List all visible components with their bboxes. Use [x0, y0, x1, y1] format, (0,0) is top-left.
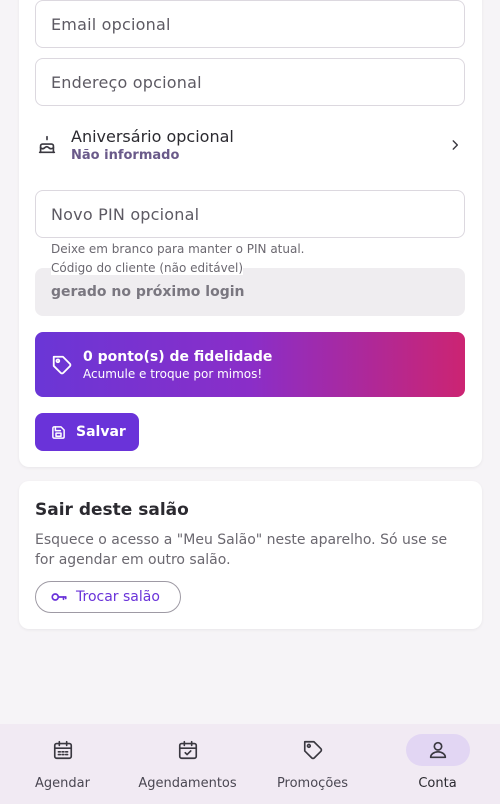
- client-code-label: Código do cliente (não editável): [51, 261, 244, 275]
- nav-label-promocoes: Promoções: [276, 776, 349, 791]
- nav-label-agendar: Agendar: [35, 776, 90, 791]
- save-button[interactable]: Salvar: [35, 413, 139, 451]
- email-field[interactable]: Email opcional: [35, 0, 465, 48]
- birthday-label: Aniversário opcional: [71, 127, 234, 146]
- birthday-value: Não informado: [71, 148, 180, 163]
- loyalty-title: 0 ponto(s) de fidelidade: [83, 348, 273, 365]
- nav-label-conta: Conta: [418, 776, 457, 791]
- tag-icon: [51, 354, 73, 376]
- calendar-icon: [53, 740, 72, 760]
- leave-title: Sair deste salão: [35, 500, 189, 520]
- loyalty-subtitle: Acumule e troque por mimos!: [83, 366, 263, 381]
- loyalty-banner: 0 ponto(s) de fidelidade Acumule e troqu…: [35, 332, 465, 397]
- nav-item-agendamentos[interactable]: Agendamentos: [125, 724, 250, 804]
- nav-item-conta[interactable]: Conta: [375, 724, 500, 804]
- calendar-check-icon: [178, 740, 197, 760]
- chevron-right-icon: [445, 135, 465, 155]
- nav-item-agendar[interactable]: Agendar: [0, 724, 125, 804]
- bottom-navigation: Agendar Agendamentos Promoções Conta: [0, 724, 500, 804]
- nav-label-agendamentos: Agendamentos: [138, 776, 237, 791]
- email-placeholder: Email opcional: [51, 14, 171, 34]
- switch-salon-label: Trocar salão: [76, 589, 160, 605]
- save-icon: [51, 424, 66, 440]
- account-form-card: Email opcional Endereço opcional Anivers…: [19, 0, 482, 467]
- leave-salon-card: Sair deste salão Esquece o acesso a "Meu…: [19, 481, 482, 629]
- nav-item-promocoes[interactable]: Promoções: [250, 724, 375, 804]
- pin-placeholder: Novo PIN opcional: [51, 204, 200, 224]
- person-icon: [429, 741, 446, 759]
- pin-hint: Deixe em branco para manter o PIN atual.: [51, 242, 305, 256]
- switch-salon-button[interactable]: Trocar salão: [35, 581, 181, 613]
- key-icon: [50, 588, 68, 606]
- address-placeholder: Endereço opcional: [51, 72, 202, 92]
- cake-icon: [35, 133, 59, 157]
- pin-field[interactable]: Novo PIN opcional: [35, 190, 465, 238]
- leave-description: Esquece o acesso a "Meu Salão" neste apa…: [35, 532, 448, 568]
- birthday-row[interactable]: Aniversário opcional Não informado: [35, 120, 465, 170]
- tag-icon: [303, 740, 322, 760]
- save-label: Salvar: [76, 424, 126, 440]
- client-code-field: gerado no próximo login: [35, 268, 465, 316]
- client-code-value: gerado no próximo login: [51, 284, 245, 300]
- address-field[interactable]: Endereço opcional: [35, 58, 465, 106]
